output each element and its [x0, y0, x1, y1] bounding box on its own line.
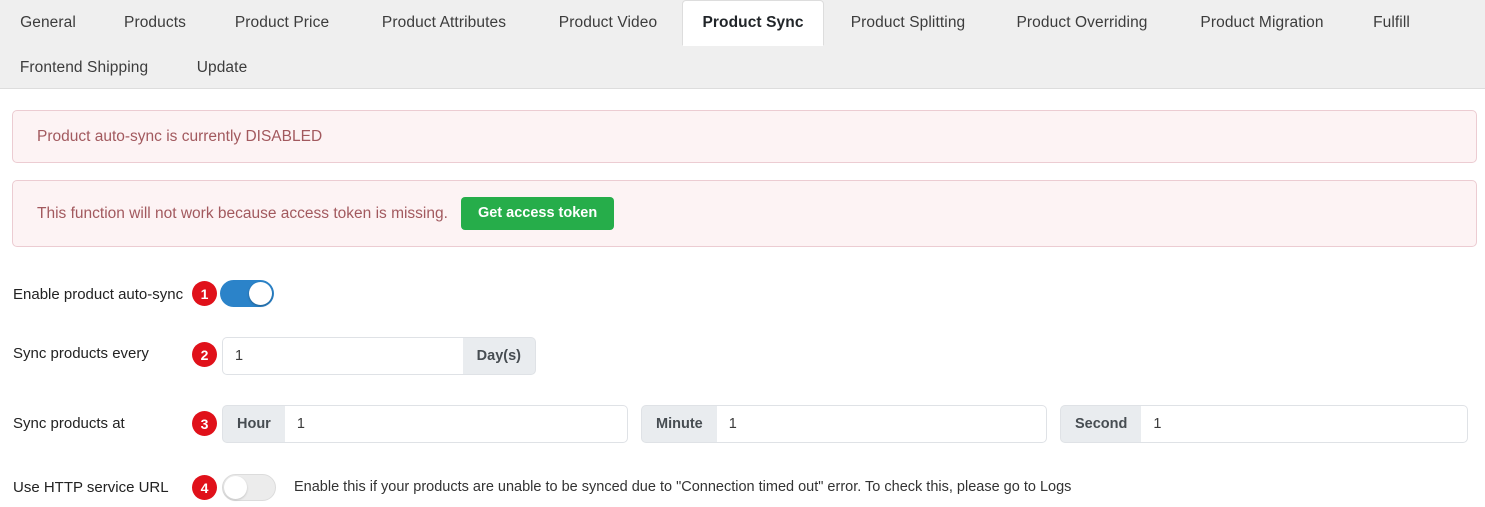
tab-label: Fulfill: [1373, 13, 1410, 31]
sync-at-minute-input[interactable]: [716, 405, 1047, 443]
sync-at-hour-input[interactable]: [284, 405, 628, 443]
sync-at-label: Sync products at: [13, 415, 125, 432]
tab-product-overriding[interactable]: Product Overriding: [1000, 0, 1164, 45]
step-badge-2: 2: [192, 342, 217, 367]
row-http-service-url: Use HTTP service URL 4 Enable this if yo…: [0, 474, 1485, 507]
row-sync-at: Sync products at 3 Hour Minute Second: [0, 405, 1485, 445]
second-addon-label: Second: [1060, 405, 1142, 443]
autosync-status-alert: Product auto-sync is currently DISABLED: [12, 110, 1477, 163]
row-enable-autosync: Enable product auto-sync 1: [0, 280, 1485, 320]
http-service-url-label: Use HTTP service URL: [13, 479, 169, 496]
tab-product-attributes[interactable]: Product Attributes: [364, 0, 524, 45]
settings-tab-bar: General Products Product Price Product Attr…: [0, 0, 1485, 89]
step-badge-3: 3: [192, 411, 217, 436]
tab-label: Product Attributes: [381, 13, 507, 31]
access-token-alert: This function will not work because acce…: [12, 180, 1477, 247]
step-badge-4: 4: [192, 475, 217, 500]
tab-frontend-shipping[interactable]: Frontend Shipping: [13, 45, 155, 90]
tab-label: General: [20, 13, 76, 31]
tab-product-sync[interactable]: Product Sync: [682, 0, 824, 46]
tab-label: Products: [124, 13, 186, 31]
http-service-url-toggle[interactable]: [222, 474, 276, 501]
sync-every-input[interactable]: [222, 337, 463, 375]
row-sync-every: Sync products every 2 Day(s): [0, 337, 1485, 377]
tab-products[interactable]: Products: [110, 0, 200, 45]
get-access-token-button[interactable]: Get access token: [460, 197, 615, 230]
product-sync-settings-page: General Products Product Price Product Attr…: [0, 0, 1485, 507]
tab-product-migration[interactable]: Product Migration: [1186, 0, 1338, 45]
tab-general[interactable]: General: [13, 0, 83, 45]
tab-update[interactable]: Update: [188, 45, 256, 90]
autosync-status-alert-text: Product auto-sync is currently DISABLED: [37, 127, 323, 145]
sync-at-hour-group: Hour: [222, 405, 628, 443]
tab-product-splitting[interactable]: Product Splitting: [838, 0, 978, 45]
tab-label: Update: [196, 58, 248, 76]
enable-autosync-toggle[interactable]: [220, 280, 274, 307]
tab-label: Product Splitting: [850, 13, 966, 31]
toggle-knob: [224, 476, 247, 499]
tab-row-primary: General Products Product Price Product Attr…: [0, 0, 1485, 46]
tab-label: Product Price: [234, 13, 330, 31]
tab-label: Frontend Shipping: [19, 58, 149, 76]
tab-product-video[interactable]: Product Video: [546, 0, 670, 45]
sync-every-input-group: Day(s): [222, 337, 536, 375]
sync-every-label: Sync products every: [13, 345, 149, 362]
sync-at-second-group: Second: [1060, 405, 1468, 443]
step-badge-1: 1: [192, 281, 217, 306]
toggle-knob: [249, 282, 272, 305]
tab-label: Product Sync: [702, 14, 804, 31]
http-service-url-helper-text: Enable this if your products are unable …: [294, 479, 1072, 495]
tab-fulfill[interactable]: Fulfill: [1360, 0, 1423, 45]
sync-at-second-input[interactable]: [1141, 405, 1468, 443]
minute-addon-label: Minute: [641, 405, 717, 443]
sync-at-minute-group: Minute: [641, 405, 1047, 443]
enable-autosync-label: Enable product auto-sync: [13, 286, 184, 303]
tab-label: Product Migration: [1200, 13, 1324, 31]
tab-product-price[interactable]: Product Price: [222, 0, 342, 45]
tab-row-secondary: Frontend Shipping Update: [0, 45, 1485, 90]
access-token-alert-text: This function will not work because acce…: [37, 204, 448, 222]
tab-label: Product Overriding: [1016, 13, 1148, 31]
tab-label: Product Video: [558, 13, 658, 31]
hour-addon-label: Hour: [222, 405, 285, 443]
sync-every-unit-addon: Day(s): [462, 337, 536, 375]
